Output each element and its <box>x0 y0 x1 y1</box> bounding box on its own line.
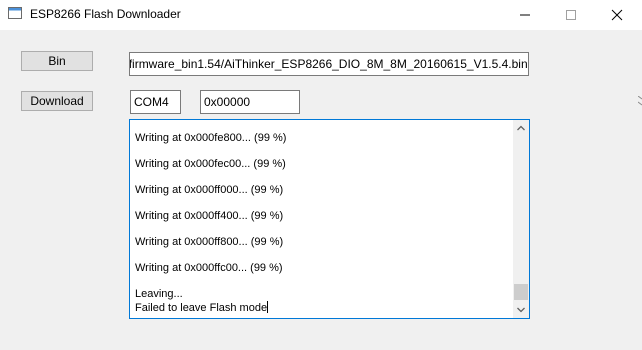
log-line: Writing at 0x000ff000... (99 %) <box>135 184 284 196</box>
chevron-up-icon <box>517 125 525 131</box>
app-window: ESP8266 Flash Downloader Bin esp/At_firm… <box>0 0 642 350</box>
address-field[interactable]: 0x00000 <box>200 90 300 114</box>
scroll-thumb[interactable] <box>514 284 528 300</box>
log-line: Leaving... <box>135 288 183 300</box>
log-line-last: Failed to leave Flash mode <box>135 301 269 314</box>
window-title: ESP8266 Flash Downloader <box>30 7 181 21</box>
maximize-icon <box>566 10 576 20</box>
close-icon <box>611 9 623 21</box>
log-scrollbar[interactable] <box>513 120 529 318</box>
port-field[interactable]: COM4 <box>130 90 181 114</box>
maximize-button[interactable] <box>548 0 594 30</box>
window-icon <box>8 7 22 19</box>
resize-edge-icon <box>637 95 642 106</box>
download-button[interactable]: Download <box>21 91 93 111</box>
title-bar: ESP8266 Flash Downloader <box>0 0 642 30</box>
log-line: Writing at 0x000fec00... (99 %) <box>135 158 286 170</box>
bin-button[interactable]: Bin <box>21 51 93 71</box>
close-button[interactable] <box>594 0 640 30</box>
scroll-up-button[interactable] <box>513 120 529 136</box>
log-line: Writing at 0x000ff800... (99 %) <box>135 236 284 248</box>
log-line: Writing at 0x000fe800... (99 %) <box>135 132 287 144</box>
log-line: Writing at 0x000ffc00... (99 %) <box>135 262 283 274</box>
text-caret <box>267 301 269 313</box>
log-line-text: Failed to leave Flash mode <box>135 302 268 314</box>
log-output[interactable]: Writing at 0x000fe800... (99 %) Writing … <box>129 119 530 319</box>
minimize-button[interactable] <box>502 0 548 30</box>
scroll-down-button[interactable] <box>513 302 529 318</box>
bin-path-field[interactable]: esp/At_firmware_bin1.54/AiThinker_ESP826… <box>129 52 529 76</box>
log-line: Writing at 0x000ff400... (99 %) <box>135 210 284 222</box>
minimize-icon <box>520 14 530 16</box>
chevron-down-icon <box>517 307 525 313</box>
